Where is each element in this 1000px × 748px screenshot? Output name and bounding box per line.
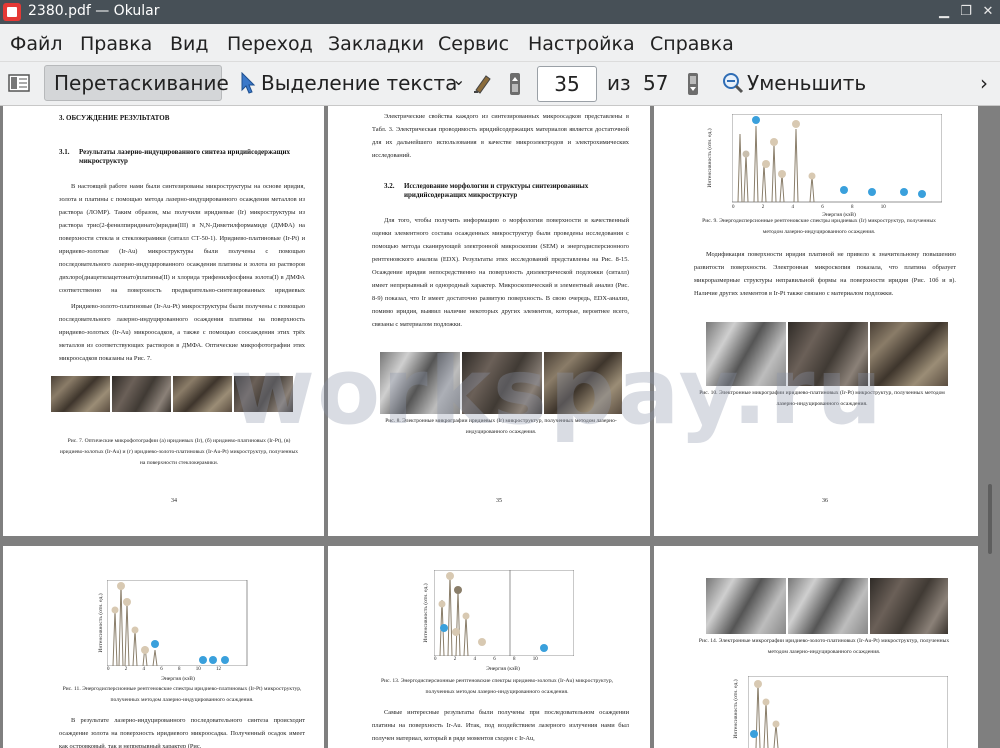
micrograph-image (870, 322, 948, 386)
page-total-label: 57 (643, 71, 669, 95)
subsection-number: 3.1. (59, 148, 70, 156)
page-number-input[interactable]: 35 (537, 66, 597, 102)
subsection-heading: Результаты лазерно-индуцированного синте… (79, 148, 291, 165)
page-number: 36 (822, 498, 828, 504)
y-axis-label-container: Интенсивность (отн. ед.) (420, 564, 429, 664)
pdf-page-39: Рис. 14. Электронные микрографии иридиев… (654, 546, 978, 748)
zoom-out-button[interactable]: Уменьшить (747, 71, 866, 95)
pdf-page-38: Интенсивность (отн. ед.) 0 2 4 6 8 10 Эн… (328, 546, 650, 748)
figure-caption: Рис. 10. Электронные микрографии иридиев… (699, 390, 945, 407)
page-number: 34 (171, 498, 177, 504)
subsection-number: 3.2. (384, 182, 395, 190)
eds-spectrum-chart (732, 114, 942, 203)
browse-tool-label: Перетаскивание (54, 71, 229, 95)
micrograph-image (706, 578, 786, 634)
menu-help[interactable]: Справка (650, 33, 734, 55)
paragraph: Иридиево-золото-платиновые (Ir-Au-Pt) ми… (59, 303, 305, 362)
micrograph-image (788, 578, 868, 634)
sidebar-toggle-icon[interactable] (8, 74, 30, 92)
highlighter-icon[interactable] (472, 72, 494, 94)
paragraph: Самые интересные результаты были получен… (372, 709, 629, 742)
paragraph: Для того, чтобы получить информацию о мо… (372, 217, 629, 328)
x-axis-label: Энергия (кэВ) (486, 666, 520, 672)
paragraph: В настоящей работе нами были синтезирова… (59, 183, 305, 294)
eds-spectrum-chart (434, 570, 574, 656)
vertical-scrollbar[interactable] (988, 484, 992, 554)
zoom-out-icon (722, 72, 744, 94)
figure-caption: Рис. 8. Электронные микрографии иридиевы… (385, 418, 617, 435)
eds-spectrum-chart (107, 580, 248, 666)
micrograph-image (380, 352, 460, 414)
paragraph: В результате лазерно-индуцированного пос… (59, 717, 305, 748)
document-viewport[interactable]: 3. ОБСУЖДЕНИЕ РЕЗУЛЬТАТОВ 3.1. Результат… (0, 106, 1000, 748)
micrograph-image (706, 322, 786, 386)
figure-caption: Рис. 7. Оптические микрофотографии (а) и… (59, 438, 299, 466)
paragraph: Модификация поверхности иридия платиной … (694, 251, 956, 297)
previous-page-icon[interactable] (508, 72, 522, 96)
menu-view[interactable]: Вид (170, 33, 209, 55)
micrograph-image (112, 376, 171, 412)
y-axis-label-container: Интенсивность (отн. ед.) (95, 574, 104, 674)
window-title: 2380.pdf — Okular (28, 3, 160, 19)
menu-tools[interactable]: Сервис (438, 33, 509, 55)
y-axis-label: Интенсивность (отн. ед.) (423, 583, 429, 643)
toolbar-overflow-icon[interactable]: › (980, 71, 988, 95)
restore-icon[interactable]: ❐ (956, 2, 976, 22)
pdf-page-34: 3. ОБСУЖДЕНИЕ РЕЗУЛЬТАТОВ 3.1. Результат… (3, 106, 324, 536)
menu-bar: Файл Правка Вид Переход Закладки Сервис … (0, 24, 1000, 62)
x-axis-ticks: 0 2 4 6 8 10 12 (107, 667, 221, 672)
menu-go[interactable]: Переход (227, 33, 313, 55)
chevron-down-icon[interactable]: ⌄ (452, 70, 465, 89)
micrograph-image (544, 352, 622, 414)
menu-settings[interactable]: Настройка (528, 33, 635, 55)
eds-spectrum-chart (748, 676, 948, 748)
text-selection-tool-button[interactable]: Выделение текста (261, 71, 457, 95)
x-axis-ticks: 0 2 4 6 8 10 (434, 657, 538, 662)
figure-caption: Рис. 13. Энергодисперсионные рентгеновск… (380, 678, 614, 695)
y-axis-label-container: Интенсивность (отн. ед.) (730, 674, 739, 748)
paragraph: Электрические свойства каждого из синтез… (372, 113, 629, 159)
micrograph-image (462, 352, 542, 414)
micrograph-image (51, 376, 110, 412)
cursor-icon (240, 71, 256, 94)
figure-caption: Рис. 14. Электронные микрографии иридиев… (698, 638, 950, 655)
pdf-page-37: Интенсивность (отн. ед.) 0 2 4 6 8 10 12… (3, 546, 324, 748)
figure-caption: Рис. 11. Энергодисперсионные рентгеновск… (62, 686, 302, 703)
menu-edit[interactable]: Правка (80, 33, 152, 55)
okular-app-icon (3, 3, 21, 21)
micrograph-image (870, 578, 948, 634)
micrograph-image (234, 376, 293, 412)
minimize-icon[interactable]: ▁ (934, 2, 954, 22)
section-heading: 3. ОБСУЖДЕНИЕ РЕЗУЛЬТАТОВ (59, 114, 170, 122)
window-titlebar: 2380.pdf — Okular ▁ ❐ ✕ (0, 0, 1000, 24)
y-axis-label: Интенсивность (отн. ед.) (733, 679, 739, 739)
figure-caption: Рис. 9. Энергодисперсионные рентгеновски… (702, 218, 936, 235)
micrograph-image (788, 322, 868, 386)
menu-bookmarks[interactable]: Закладки (328, 33, 424, 55)
menu-file[interactable]: Файл (10, 33, 63, 55)
y-axis-label: Интенсивность (отн. ед.) (98, 593, 104, 653)
next-page-icon[interactable] (686, 72, 700, 96)
pdf-page-36: Интенсивность (отн. ед.) 0 2 4 6 8 10 Эн… (654, 106, 978, 536)
page-of-label: из (607, 71, 631, 95)
y-axis-label-container: Интенсивность (отн. ед.) (704, 111, 713, 211)
y-axis-label: Интенсивность (отн. ед.) (707, 128, 713, 188)
close-icon[interactable]: ✕ (978, 2, 998, 22)
main-toolbar: Перетаскивание Выделение текста ⌄ 35 из … (0, 62, 1000, 106)
subsection-heading: Исследование морфологии и структуры синт… (404, 182, 589, 199)
x-axis-label: Энергия (кэВ) (161, 676, 195, 682)
micrograph-image (173, 376, 232, 412)
page-number: 35 (496, 498, 502, 504)
pdf-page-35: Электрические свойства каждого из синтез… (328, 106, 650, 536)
